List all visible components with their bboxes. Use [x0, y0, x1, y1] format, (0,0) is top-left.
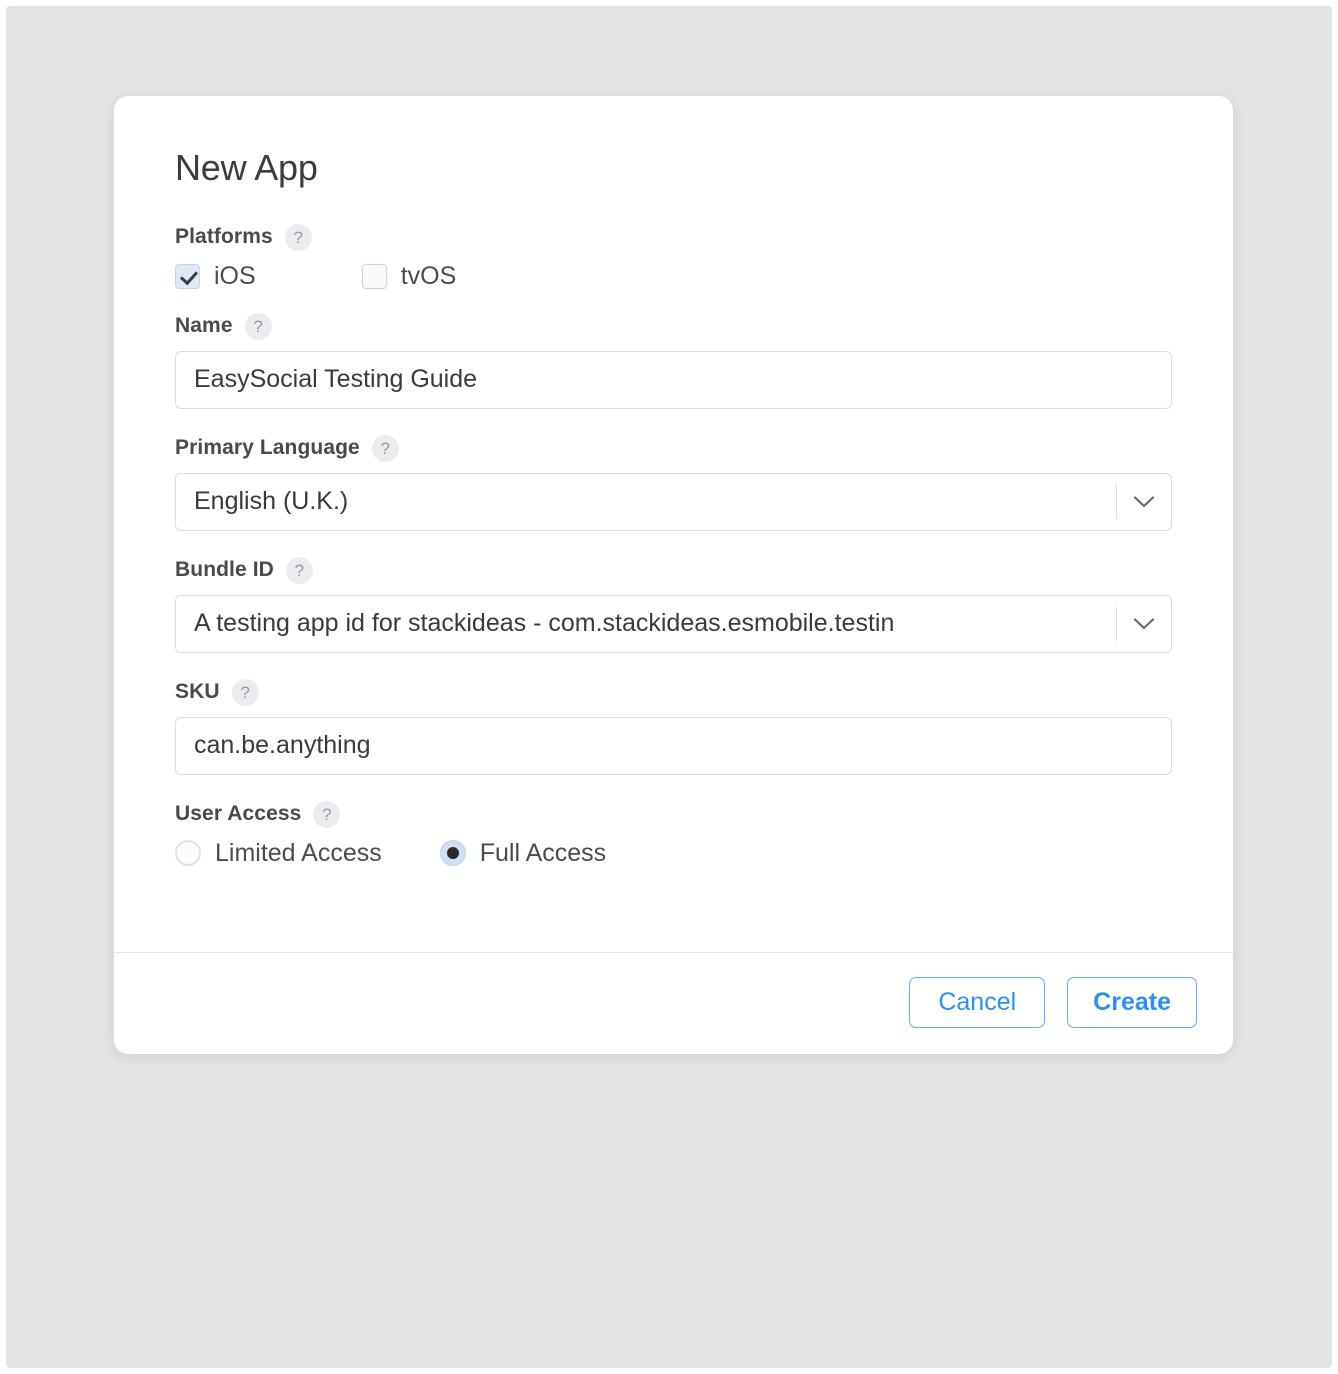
name-input[interactable]	[175, 350, 1172, 409]
primary-language-label: Primary Language ?	[175, 434, 1172, 462]
field-bundle-id: Bundle ID ? A testing app id for stackid…	[175, 556, 1172, 653]
help-icon-name[interactable]: ?	[244, 312, 272, 340]
dialog-footer: Cancel Create	[114, 951, 1233, 1055]
radio-item-full-access[interactable]: Full Access	[439, 838, 607, 868]
help-icon-primary-language[interactable]: ?	[371, 434, 399, 462]
sku-input[interactable]	[175, 716, 1172, 775]
dialog-body: New App Platforms ? iOS tvOS Name ? Easy…	[114, 96, 1233, 952]
name-label: Name ?	[175, 312, 1172, 340]
primary-language-select[interactable]: English (U.K.)	[175, 472, 1172, 531]
user-access-options: Limited Access Full Access	[175, 839, 1172, 868]
help-icon-bundle-id[interactable]: ?	[285, 556, 313, 584]
radio-label-full-access: Full Access	[479, 838, 607, 867]
sku-label-text: SKU	[175, 680, 220, 704]
bundle-id-select[interactable]: A testing app id for stackideas - com.st…	[175, 594, 1172, 653]
platforms-label-text: Platforms	[175, 225, 273, 249]
bundle-id-value: A testing app id for stackideas - com.st…	[194, 609, 895, 638]
field-sku: SKU ?	[175, 678, 1172, 775]
checkbox-item-ios[interactable]: iOS	[175, 262, 256, 291]
bundle-id-label: Bundle ID ?	[175, 556, 1172, 584]
field-user-access: User Access ? Limited Access Full Access	[175, 800, 1172, 868]
field-name: Name ?	[175, 312, 1172, 409]
radio-label-limited-access: Limited Access	[215, 838, 382, 867]
create-button[interactable]: Create	[1067, 976, 1197, 1029]
radio-limited-access[interactable]	[175, 840, 201, 867]
checkbox-tvos[interactable]	[361, 263, 387, 289]
platforms-options: iOS tvOS	[175, 262, 1172, 291]
primary-language-label-text: Primary Language	[175, 436, 360, 460]
checkbox-label-tvos: tvOS	[400, 261, 457, 290]
help-icon-sku[interactable]: ?	[231, 678, 259, 706]
radio-item-limited-access[interactable]: Limited Access	[175, 839, 382, 868]
cancel-button[interactable]: Cancel	[909, 976, 1046, 1029]
platforms-label: Platforms ?	[175, 223, 1172, 251]
user-access-label-text: User Access	[175, 802, 302, 826]
page-title: New App	[175, 147, 318, 188]
field-primary-language: Primary Language ? English (U.K.)	[175, 434, 1172, 531]
checkbox-label-ios: iOS	[214, 261, 256, 290]
chevron-down-icon-primary-language[interactable]	[1117, 495, 1171, 509]
bundle-id-label-text: Bundle ID	[175, 558, 274, 582]
radio-full-access[interactable]	[439, 840, 466, 867]
checkbox-ios[interactable]	[175, 263, 200, 289]
primary-language-value: English (U.K.)	[194, 487, 349, 516]
help-icon-user-access[interactable]: ?	[313, 800, 341, 828]
name-label-text: Name	[175, 314, 233, 338]
user-access-label: User Access ?	[175, 800, 1172, 828]
field-platforms: Platforms ? iOS tvOS	[175, 223, 1172, 291]
checkbox-item-tvos[interactable]: tvOS	[361, 261, 457, 291]
help-icon-platforms[interactable]: ?	[284, 223, 312, 251]
new-app-dialog: New App Platforms ? iOS tvOS Name ? Easy…	[114, 96, 1233, 1055]
chevron-down-icon-bundle-id[interactable]	[1117, 617, 1171, 631]
sku-label: SKU ?	[175, 678, 1172, 706]
